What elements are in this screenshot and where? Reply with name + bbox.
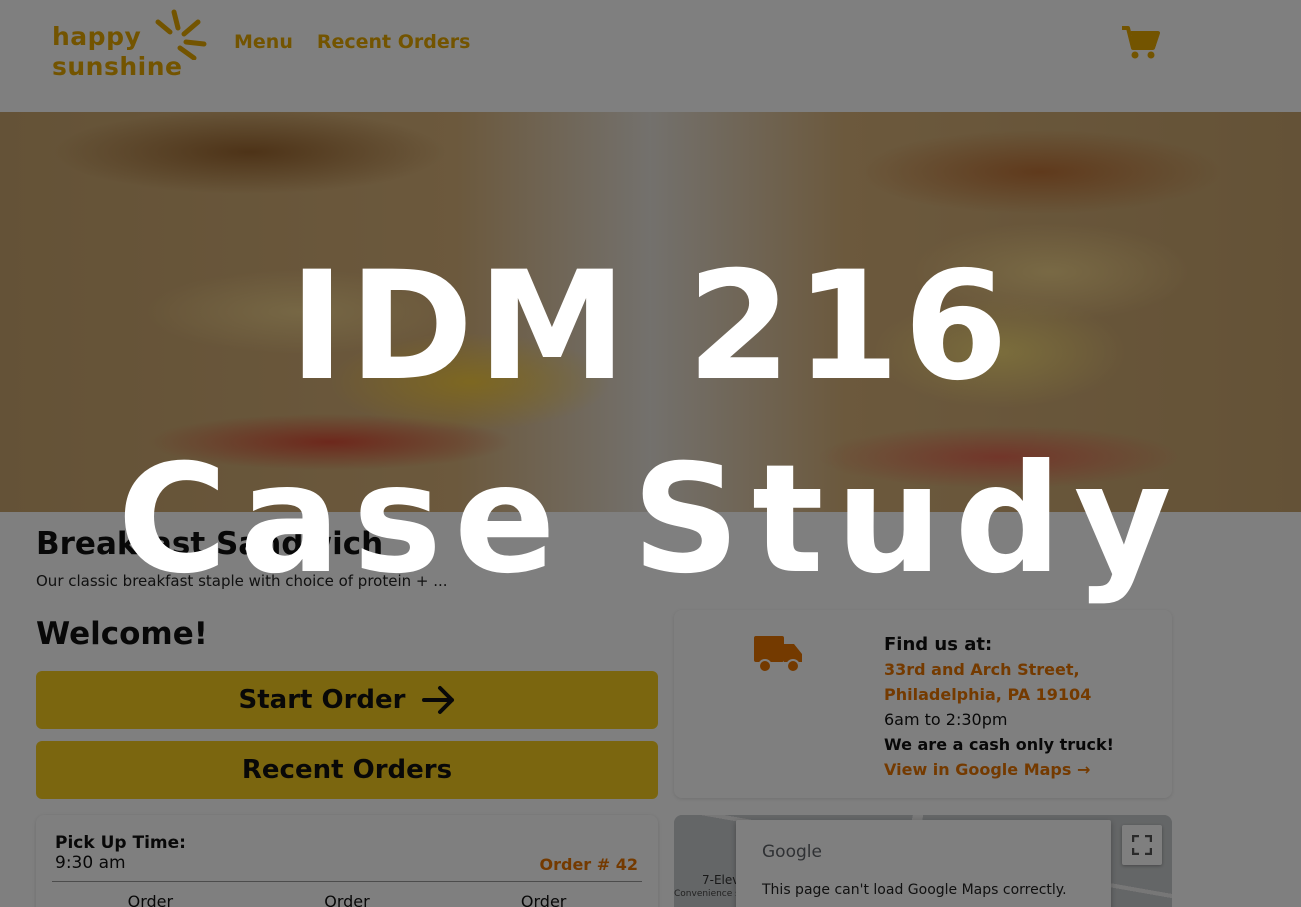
title-line1: IDM 216 bbox=[289, 240, 1012, 414]
case-study-title: IDM 216 Case Study bbox=[0, 240, 1301, 625]
title-line2: Case Study bbox=[117, 433, 1184, 607]
